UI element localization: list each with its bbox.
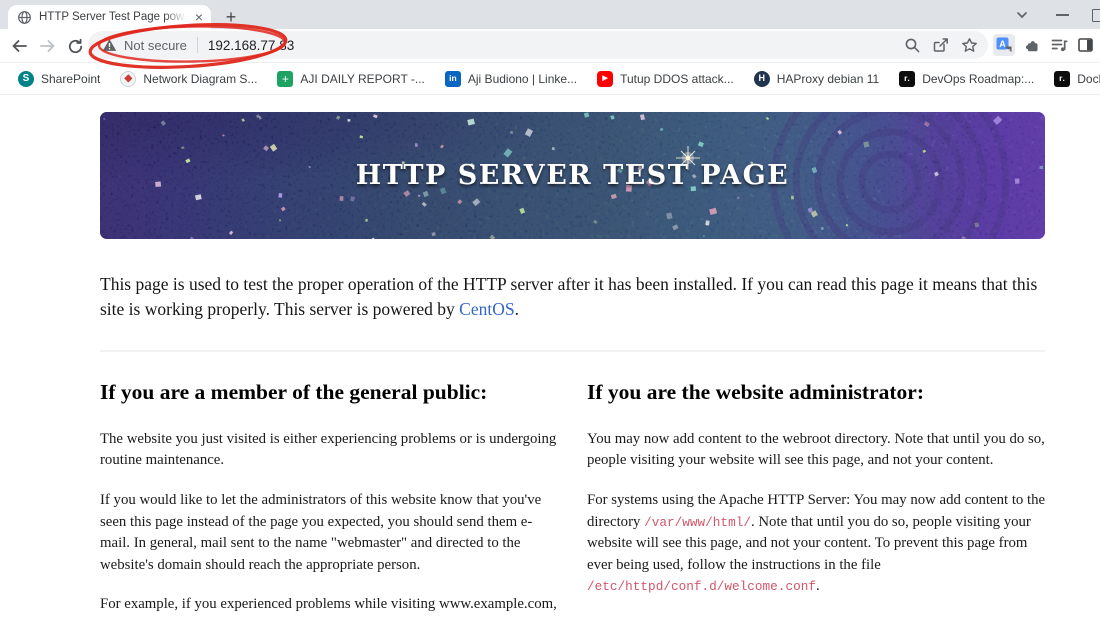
reload-button[interactable] (65, 36, 85, 56)
page-content: HTTP SERVER TEST PAGE This page is used … (0, 95, 1100, 619)
tab-title: HTTP Server Test Page powered (39, 11, 186, 23)
bookmark-label: HAProxy debian 11 (776, 71, 880, 86)
security-chip[interactable]: Not secure (102, 38, 187, 53)
browser-toolbar: Not secure 192.168.77.83 A (0, 29, 1100, 63)
forward-button[interactable] (37, 36, 57, 56)
banner-image: HTTP SERVER TEST PAGE (100, 112, 1045, 239)
inline-code: /etc/httpd/conf.d/welcome.conf (587, 579, 816, 595)
bookmark-label: Docker Roadmap -... (1077, 71, 1100, 86)
address-bar[interactable]: Not secure 192.168.77.83 (88, 31, 988, 59)
two-column-section: If you are a member of the general publi… (100, 380, 1047, 619)
bookmark-label: DevOps Roadmap:... (922, 71, 1035, 86)
bookmark-sharepoint[interactable]: S SharePoint (8, 68, 110, 90)
translate-extension-button[interactable]: A (993, 34, 1015, 56)
new-tab-button[interactable]: + (219, 5, 243, 29)
sheets-icon: + (277, 70, 294, 87)
bookmark-label: Tutup DDOS attack... (620, 71, 734, 86)
bookmark-label: SharePoint (41, 71, 101, 86)
bookmark-label: Network Diagram S... (143, 71, 258, 86)
svg-text:A: A (999, 39, 1006, 49)
search-icon[interactable] (904, 37, 921, 54)
administrator-column: If you are the website administrator: Yo… (587, 380, 1047, 619)
inline-text: . (514, 299, 519, 320)
bookmark-label: Aji Budiono | Linke... (467, 71, 578, 86)
tab-strip: HTTP Server Test Page powered × + (0, 0, 1100, 29)
roadmap-icon: r. (1054, 70, 1071, 87)
playlist-extension-icon[interactable] (1050, 37, 1068, 53)
paragraph: For systems using the Apache HTTP Server… (587, 490, 1047, 598)
general-public-column: If you are a member of the general publi… (100, 380, 560, 619)
browser-tab[interactable]: HTTP Server Test Page powered × (8, 5, 211, 29)
inline-text: . (815, 578, 820, 595)
bookmarks-bar: S SharePoint ◆ Network Diagram S... + AJI DAI… (0, 63, 1100, 95)
linkedin-icon: in (444, 70, 461, 87)
roadmap-icon: r. (899, 70, 916, 87)
omnibox-divider (196, 37, 198, 53)
bookmark-star-icon[interactable] (961, 37, 978, 54)
youtube-icon: ▶ (597, 70, 614, 87)
intro-paragraph: This page is used to test the proper ope… (100, 272, 1042, 323)
back-button[interactable] (9, 36, 29, 56)
share-icon[interactable] (932, 37, 950, 54)
browser-window: HTTP Server Test Page powered × + (0, 0, 1100, 619)
banner-title: HTTP SERVER TEST PAGE (355, 160, 790, 191)
globe-icon (17, 10, 32, 25)
tab-search-chevron-icon[interactable] (1014, 8, 1030, 22)
warning-triangle-icon (102, 38, 117, 52)
right-column-heading: If you are the website administrator: (587, 379, 924, 404)
minimize-button[interactable] (1056, 14, 1069, 16)
paragraph: You may now add content to the webroot d… (587, 429, 1047, 472)
bookmark-haproxy[interactable]: H HAProxy debian 11 (744, 68, 890, 90)
extensions-puzzle-icon[interactable] (1024, 37, 1041, 54)
paragraph: If you would like to let the administrat… (100, 491, 542, 573)
inline-text: You may now add content to the webroot d… (587, 430, 1045, 469)
bookmark-roadmap[interactable]: r. Docker Roadmap -... (1044, 68, 1100, 90)
close-icon[interactable]: × (193, 10, 205, 24)
bookmark-network[interactable]: ◆ Network Diagram S... (110, 68, 267, 90)
bookmark-linkedin[interactable]: in Aji Budiono | Linke... (435, 68, 587, 90)
left-column-heading: If you are a member of the general publi… (100, 379, 488, 404)
bookmark-youtube[interactable]: ▶ Tutup DDOS attack... (587, 68, 744, 90)
side-panel-icon[interactable] (1077, 37, 1094, 53)
bookmark-roadmap[interactable]: r. DevOps Roadmap:... (889, 68, 1044, 90)
inline-link[interactable]: CentOS (459, 299, 514, 319)
divider (100, 349, 1045, 352)
security-label: Not secure (124, 37, 187, 53)
bookmark-sheets[interactable]: + AJI DAILY REPORT -... (267, 68, 434, 90)
inline-code: /var/www/html/ (644, 514, 751, 530)
paragraph: For example, if you experienced problems… (100, 596, 557, 619)
url-text: 192.168.77.83 (207, 37, 295, 53)
network-icon: ◆ (120, 70, 137, 87)
maximize-button[interactable] (1092, 9, 1100, 22)
haproxy-icon: H (753, 70, 770, 87)
sharepoint-icon: S (18, 70, 34, 87)
bookmark-label: AJI DAILY REPORT -... (300, 71, 425, 86)
paragraph: The website you just visited is either e… (100, 430, 557, 469)
inline-text: This page is used to test the proper ope… (100, 274, 1038, 320)
